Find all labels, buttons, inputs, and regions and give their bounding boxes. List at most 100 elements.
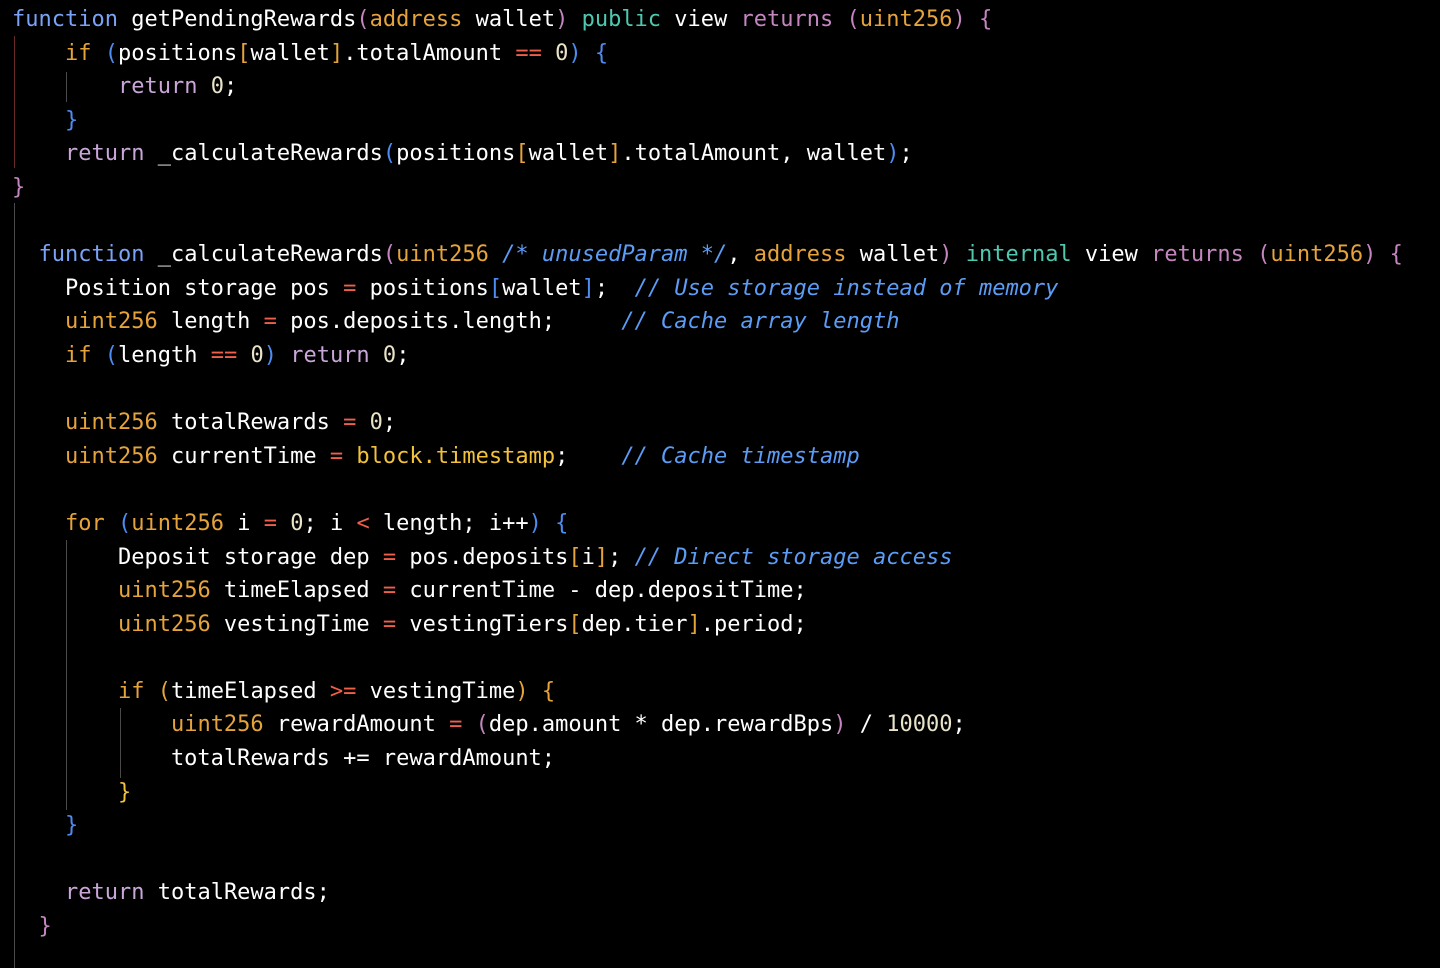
code-line[interactable]: } <box>12 910 1403 944</box>
code-token: 0 <box>369 342 397 368</box>
code-token: totalRewards; <box>144 880 330 906</box>
code-line[interactable] <box>12 373 1403 407</box>
code-token: length <box>157 309 264 335</box>
code-token: 0 <box>197 74 224 100</box>
code-token: i <box>223 510 264 536</box>
code-line[interactable]: function _calculateRewards(uint256 /* un… <box>12 238 1403 272</box>
code-token: dep.amount * dep.rewardBps <box>488 712 834 738</box>
code-line[interactable]: return totalRewards; <box>12 876 1403 910</box>
code-token: block.timestamp <box>356 443 556 469</box>
code-token: / <box>846 712 887 738</box>
code-token: ) { <box>568 40 609 66</box>
code-line[interactable]: uint256 timeElapsed = currentTime - dep.… <box>12 574 1403 608</box>
code-token: rewardAmount <box>263 712 450 738</box>
code-token: ] <box>608 141 622 167</box>
code-token: [ <box>237 40 251 66</box>
code-line[interactable]: uint256 totalRewards = 0; <box>12 406 1403 440</box>
code-token: 0 <box>237 342 264 368</box>
code-line[interactable]: } <box>12 776 1403 810</box>
code-line[interactable]: return _calculateRewards(positions[walle… <box>12 137 1403 171</box>
code-line[interactable]: } <box>12 809 1403 843</box>
code-token: } <box>64 813 79 839</box>
code-token: currentTime - dep.depositTime; <box>396 578 807 604</box>
code-token: ) { <box>1363 242 1403 268</box>
code-token: [ <box>568 544 582 570</box>
code-token: ] <box>581 275 595 301</box>
code-line[interactable]: Deposit storage dep = pos.deposits[i]; /… <box>12 541 1403 575</box>
code-token: currentTime <box>157 443 330 469</box>
code-token: ) <box>263 342 277 368</box>
code-line[interactable] <box>12 473 1403 507</box>
code-area[interactable]: function getPendingRewards(address walle… <box>12 3 1403 944</box>
code-token: ; <box>396 342 410 368</box>
code-token: ; <box>608 544 635 570</box>
code-token: } <box>12 174 26 200</box>
code-line[interactable]: return 0; <box>12 70 1403 104</box>
code-token: ] <box>329 40 344 66</box>
code-line[interactable] <box>12 641 1403 675</box>
code-token: ) <box>939 242 953 268</box>
code-token: return <box>290 342 370 368</box>
code-token: Position storage pos <box>12 275 344 301</box>
code-token: < <box>356 510 370 536</box>
code-token: ; <box>555 443 622 469</box>
code-token: ) <box>528 510 542 536</box>
code-token: ; <box>223 74 238 100</box>
code-token: ; <box>899 141 913 167</box>
code-token: // Use storage instead of memory <box>634 275 1059 301</box>
code-token: totalRewards += rewardAmount; <box>12 746 556 772</box>
code-token: = <box>263 510 277 536</box>
code-line[interactable]: if (positions[wallet].totalAmount == 0) … <box>12 37 1403 71</box>
code-token: ( <box>1243 242 1271 268</box>
code-line[interactable]: if (length == 0) return 0; <box>12 339 1403 373</box>
code-line[interactable]: uint256 rewardAmount = (dep.amount * dep… <box>12 708 1403 742</box>
code-token: } <box>38 914 52 940</box>
code-line[interactable]: uint256 vestingTime = vestingTiers[dep.t… <box>12 608 1403 642</box>
code-editor[interactable]: function getPendingRewards(address walle… <box>0 0 1440 968</box>
code-token: ) <box>515 678 529 704</box>
code-line[interactable]: Position storage pos = positions[wallet]… <box>12 272 1403 306</box>
code-line[interactable]: } <box>12 104 1403 138</box>
code-token: uint256 <box>170 712 264 738</box>
code-token: wallet <box>502 275 582 301</box>
code-token: = <box>263 309 277 335</box>
code-token: uint256 <box>64 410 158 436</box>
code-token: pos.deposits.length; <box>276 309 622 335</box>
code-token: = <box>329 443 344 469</box>
code-line[interactable] <box>12 843 1403 877</box>
code-token: returns <box>740 7 834 32</box>
code-token: ] <box>687 611 701 637</box>
code-line[interactable]: function getPendingRewards(address walle… <box>12 3 1403 37</box>
code-token: ; i <box>303 510 357 536</box>
code-token: function <box>12 7 118 32</box>
code-token: .totalAmount, wallet <box>621 141 887 167</box>
code-token: = <box>449 712 463 738</box>
code-line[interactable]: uint256 length = pos.deposits.length; //… <box>12 305 1403 339</box>
code-token: wallet <box>462 7 556 32</box>
code-token: ( <box>462 712 489 738</box>
code-token: [ <box>568 611 582 637</box>
code-line[interactable]: for (uint256 i = 0; i < length; i++) { <box>12 507 1403 541</box>
code-line[interactable]: } <box>12 171 1403 205</box>
code-line[interactable]: totalRewards += rewardAmount; <box>12 742 1403 776</box>
code-token: [ <box>515 141 529 167</box>
code-line[interactable]: uint256 currentTime = block.timestamp; /… <box>12 440 1403 474</box>
code-token: ) <box>555 7 569 32</box>
code-line[interactable] <box>12 205 1403 239</box>
code-token: positions <box>396 141 516 167</box>
code-token: ; <box>594 275 635 301</box>
code-line[interactable]: if (timeElapsed >= vestingTime) { <box>12 675 1403 709</box>
code-token: 0 <box>276 510 304 536</box>
